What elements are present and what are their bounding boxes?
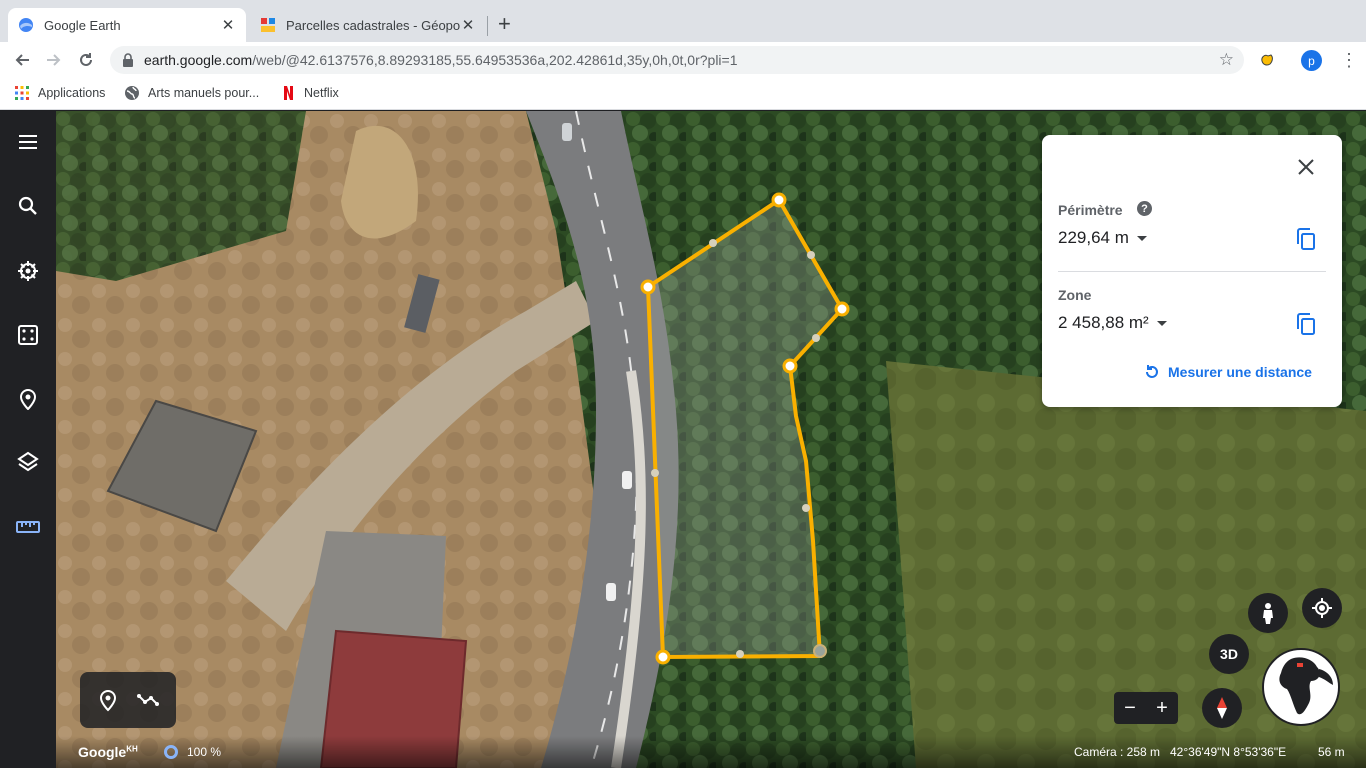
bookmark-label: Netflix <box>304 86 339 100</box>
lock-icon <box>123 53 133 67</box>
measure-distance-label: Mesurer une distance <box>1168 364 1312 380</box>
path-icon[interactable] <box>136 688 160 712</box>
copy-icon[interactable] <box>1294 227 1318 251</box>
refresh-icon <box>1146 365 1158 378</box>
close-icon[interactable] <box>1294 155 1318 179</box>
extension-icon[interactable] <box>1258 51 1276 69</box>
earth-sidebar <box>0 111 56 768</box>
google-earth-favicon-icon <box>19 18 33 32</box>
new-tab-icon[interactable]: + <box>498 13 511 35</box>
measure-panel: Périmètre ? 229,64 m Zone 2 458,88 m² Me… <box>1042 135 1342 407</box>
coordinates: 42°36'49"N 8°53'36"E <box>1170 745 1287 759</box>
browser-menu-icon[interactable]: ⋮ <box>1340 50 1358 70</box>
measure-tool-pill <box>80 672 176 728</box>
tab-separator <box>487 16 488 36</box>
bookmark-arts-manuels[interactable]: Arts manuels pour... <box>124 85 259 101</box>
loading-ring-icon <box>164 745 178 759</box>
load-progress: 100 % <box>187 745 222 759</box>
panel-divider <box>1058 271 1326 272</box>
geoportail-favicon-icon <box>261 18 275 32</box>
globe-icon[interactable] <box>1261 647 1341 727</box>
placemark-icon[interactable] <box>96 688 120 712</box>
menu-icon[interactable] <box>14 128 42 156</box>
pegman-icon[interactable] <box>1248 593 1288 633</box>
car <box>606 583 616 601</box>
bookmark-netflix[interactable]: Netflix <box>280 85 339 101</box>
area-value[interactable]: 2 458,88 m² <box>1058 313 1167 333</box>
reload-icon[interactable] <box>74 48 98 72</box>
globe-icon <box>125 86 139 100</box>
camera-altitude: Caméra : 258 m <box>1074 745 1161 759</box>
voyager-icon[interactable] <box>14 257 42 285</box>
tab-close-icon[interactable]: ✕ <box>460 16 476 34</box>
forward-icon[interactable] <box>42 48 66 72</box>
profile-avatar[interactable]: p <box>1301 50 1322 71</box>
bookmark-applications[interactable]: Applications <box>14 85 105 101</box>
perimeter-value[interactable]: 229,64 m <box>1058 228 1147 248</box>
tab-close-icon[interactable]: ✕ <box>220 16 236 34</box>
status-bar: GoogleKH 100 % Caméra : 258 m 42°36'49"N… <box>56 736 1366 768</box>
bookmark-label: Arts manuels pour... <box>148 86 260 100</box>
tab-geoportail[interactable]: Parcelles cadastrales - Géopor ✕ <box>250 8 486 42</box>
tab-title: Parcelles cadastrales - Géopor <box>286 17 460 33</box>
copy-icon[interactable] <box>1294 312 1318 336</box>
scale-label: 56 m <box>1318 745 1345 759</box>
feeling-lucky-icon[interactable] <box>14 321 42 349</box>
help-icon[interactable]: ? <box>1137 201 1152 216</box>
area-value-text: 2 458,88 m² <box>1058 313 1149 332</box>
url-path: /web/@42.6137576,8.89293185,55.64953536a… <box>252 52 738 68</box>
measure-icon[interactable] <box>14 513 42 541</box>
bookmarks-bar: Applications Arts manuels pour... Netfli… <box>0 78 1366 110</box>
chevron-down-icon <box>1156 320 1167 326</box>
logo-text: Google <box>78 744 127 760</box>
url-host: earth.google.com <box>144 52 253 68</box>
address-bar[interactable]: earth.google.com/web/@42.6137576,8.89293… <box>110 46 1244 74</box>
search-icon[interactable] <box>14 192 42 220</box>
my-location-icon[interactable] <box>1302 588 1342 628</box>
chevron-down-icon <box>1136 235 1147 241</box>
zoom-out-button[interactable]: − <box>1114 692 1146 724</box>
bookmark-label: Applications <box>38 86 106 100</box>
projects-icon[interactable] <box>14 385 42 413</box>
toggle-3d-button[interactable]: 3D <box>1209 634 1249 674</box>
back-icon[interactable] <box>10 48 34 72</box>
car <box>622 471 632 489</box>
perimeter-value-text: 229,64 m <box>1058 228 1129 247</box>
zoom-in-button[interactable]: + <box>1146 692 1178 724</box>
zoom-control: − + <box>1114 692 1178 724</box>
perimeter-label: Périmètre <box>1058 202 1123 218</box>
browser-toolbar: earth.google.com/web/@42.6137576,8.89293… <box>0 42 1366 78</box>
bookmark-star-icon[interactable]: ☆ <box>1219 50 1234 70</box>
tab-strip: Google Earth ✕ Parcelles cadastrales - G… <box>0 0 1366 42</box>
tab-google-earth[interactable]: Google Earth ✕ <box>8 8 246 42</box>
car <box>562 123 572 141</box>
logo-suffix: KH <box>126 744 138 754</box>
netflix-icon <box>284 86 293 100</box>
tab-title: Google Earth <box>44 17 121 33</box>
area-label: Zone <box>1058 287 1092 303</box>
apps-grid-icon <box>15 86 29 100</box>
compass-icon[interactable] <box>1202 688 1242 728</box>
google-logo: GoogleKH <box>78 744 138 760</box>
measure-distance-link[interactable]: Mesurer une distance <box>1144 364 1312 380</box>
map-style-icon[interactable] <box>14 448 42 476</box>
